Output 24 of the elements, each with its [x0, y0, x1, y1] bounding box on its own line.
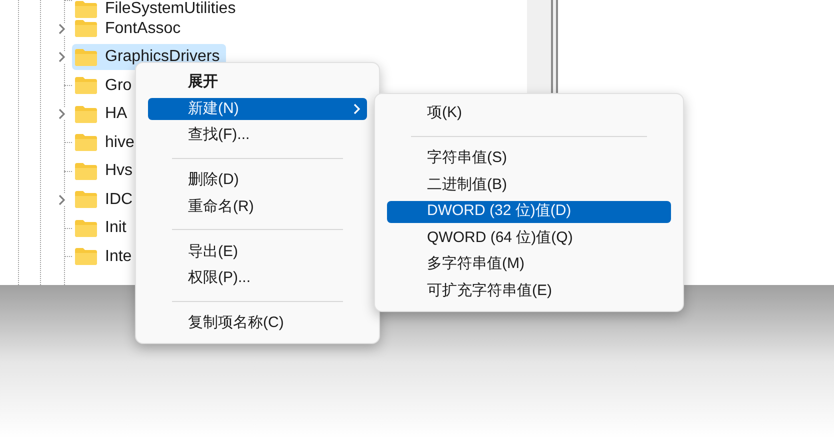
tree-item[interactable]: Hvs [72, 158, 139, 184]
menu-item[interactable]: 重命名(R) [148, 196, 367, 218]
tree-item[interactable]: Gro [72, 72, 138, 99]
menu-item[interactable]: 复制项名称(C) [148, 312, 367, 334]
tree-item[interactable]: hive [72, 130, 140, 156]
menu-item[interactable]: 导出(E) [148, 241, 367, 263]
menu-item[interactable]: 项(K) [387, 102, 671, 124]
tree-item[interactable]: Inte [72, 244, 138, 270]
menu-item[interactable]: 二进制值(B) [387, 174, 671, 196]
tree-item[interactable]: FileSystemUtilities [72, 0, 242, 18]
tree-item[interactable]: FontAssoc [72, 16, 187, 42]
tree-item[interactable]: HA [72, 101, 134, 128]
menu-item[interactable]: QWORD (64 位)值(Q) [387, 227, 671, 249]
menu-item[interactable]: 字符串值(S) [387, 148, 671, 170]
menu-item[interactable]: 展开 [148, 72, 367, 94]
menu-item[interactable]: 权限(P)... [148, 268, 367, 290]
tree-item[interactable]: IDC [72, 186, 139, 213]
menu-item[interactable]: 可扩充字符串值(E) [387, 280, 671, 302]
tree-item[interactable]: Init [72, 215, 132, 242]
menu-item[interactable]: 多字符串值(M) [387, 254, 671, 276]
menu-item[interactable]: 查找(F)... [148, 124, 367, 146]
menu-item[interactable]: DWORD (32 位)值(D) [387, 200, 671, 222]
menu-item[interactable]: 删除(D) [148, 170, 367, 192]
menu-item[interactable]: 新建(N) [148, 98, 367, 120]
